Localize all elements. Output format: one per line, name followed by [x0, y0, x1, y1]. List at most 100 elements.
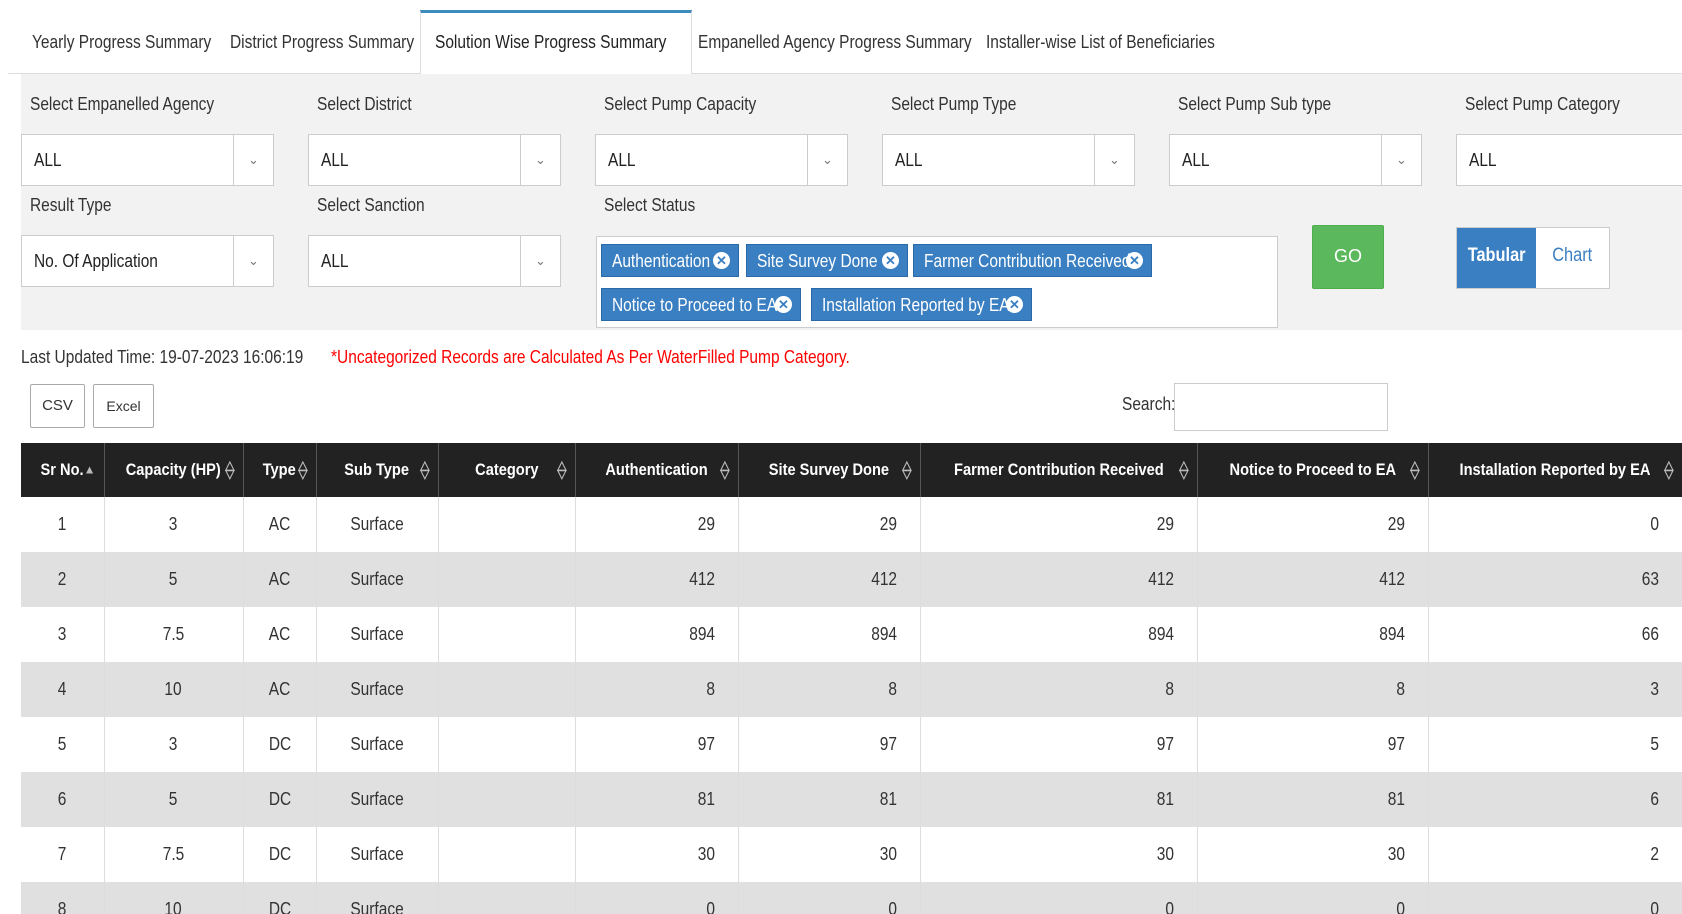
col-header-sub-type[interactable]: Sub Type △ ▽ — [316, 443, 439, 497]
category-cell — [438, 882, 576, 914]
cell-value: 97 — [880, 734, 898, 754]
site-survey-done-cell: 0 — [738, 882, 921, 914]
notice-to-proceed-cell: 97 — [1197, 717, 1429, 772]
cell-value: 412 — [689, 569, 716, 589]
cell-value: AC — [268, 679, 291, 699]
tab-installer-wise-list[interactable]: Installer-wise List of Beneficiaries — [986, 10, 1215, 74]
tab-district-progress-summary[interactable]: District Progress Summary — [230, 10, 414, 74]
tabular-button[interactable]: Tabular — [1457, 228, 1536, 288]
report-tabs: Yearly Progress Summary District Progres… — [8, 10, 1682, 75]
cell-value: 8 — [1396, 679, 1406, 699]
result-type-select[interactable]: No. Of Application ⌄ — [21, 235, 274, 287]
status-multiselect[interactable]: Authentication ✕ Site Survey Done ✕ Farm… — [596, 236, 1278, 328]
sr-no-cell: 2 — [21, 552, 105, 607]
farmer-contribution-cell: 97 — [920, 717, 1198, 772]
search-label: Search: — [1122, 394, 1176, 414]
agency-label: Select Empanelled Agency — [30, 94, 215, 114]
sort-icon: △ ▽ — [902, 458, 912, 481]
notice-to-proceed-cell: 30 — [1197, 827, 1429, 882]
cell-value: DC — [268, 899, 291, 914]
category-select[interactable]: ALL — [1456, 134, 1682, 186]
capacity-select[interactable]: ALL ⌄ — [595, 134, 848, 186]
col-header-capacity[interactable]: Capacity (HP) △ ▽ — [104, 443, 244, 497]
authentication-cell: 412 — [575, 552, 739, 607]
cell-value: 5 — [57, 734, 67, 754]
sort-icon: △ ▽ — [298, 458, 308, 481]
authentication-cell: 29 — [575, 497, 739, 552]
sort-icon: △ ▽ — [420, 458, 430, 481]
farmer-contribution-cell: 894 — [920, 607, 1198, 662]
category-cell — [438, 497, 576, 552]
cell-value: 8 — [888, 679, 898, 699]
table-row: 5 3 DC Surface 97 97 97 97 5 — [21, 717, 1682, 772]
site-survey-done-cell: 8 — [738, 662, 921, 717]
remove-icon[interactable]: ✕ — [882, 252, 899, 269]
header-label: Category — [474, 460, 539, 479]
remove-icon[interactable]: ✕ — [713, 252, 730, 269]
cell-value: 3 — [57, 624, 67, 644]
col-header-notice-to-proceed[interactable]: Notice to Proceed to EA △ ▽ — [1197, 443, 1429, 497]
authentication-cell: 8 — [575, 662, 739, 717]
tab-yearly-progress-summary[interactable]: Yearly Progress Summary — [32, 10, 211, 74]
sanction-select[interactable]: ALL ⌄ — [308, 235, 561, 287]
cell-value: DC — [268, 789, 291, 809]
cell-value: Surface — [350, 899, 404, 914]
table-row: 3 7.5 AC Surface 894 894 894 894 66 — [21, 607, 1682, 662]
status-chip-farmer-contribution-received[interactable]: Farmer Contribution Received ✕ — [913, 244, 1152, 277]
farmer-contribution-cell: 81 — [920, 772, 1198, 827]
sr-no-cell: 7 — [21, 827, 105, 882]
notice-to-proceed-cell: 412 — [1197, 552, 1429, 607]
cell-value: 81 — [1157, 789, 1175, 809]
header-label: Sr No. — [40, 460, 84, 479]
excel-button[interactable]: Excel — [93, 384, 154, 428]
notice-to-proceed-cell: 894 — [1197, 607, 1429, 662]
site-survey-done-cell: 81 — [738, 772, 921, 827]
cell-value: 8 — [57, 899, 67, 914]
agency-select[interactable]: ALL ⌄ — [21, 134, 274, 186]
chevron-down-icon: ⌄ — [233, 236, 273, 286]
col-header-type[interactable]: Type △ ▽ — [243, 443, 317, 497]
chip-label: Site Survey Done — [757, 251, 878, 271]
cell-value: 0 — [706, 899, 716, 914]
remove-icon[interactable]: ✕ — [1126, 252, 1143, 269]
district-select[interactable]: ALL ⌄ — [308, 134, 561, 186]
remove-icon[interactable]: ✕ — [775, 296, 792, 313]
notice-to-proceed-cell: 0 — [1197, 882, 1429, 914]
tab-label: Solution Wise Progress Summary — [435, 32, 667, 52]
remove-icon[interactable]: ✕ — [1006, 296, 1023, 313]
tab-solution-wise-progress-summary[interactable]: Solution Wise Progress Summary — [420, 10, 692, 75]
status-chip-notice-to-proceed[interactable]: Notice to Proceed to EA ✕ — [601, 288, 801, 321]
col-header-authentication[interactable]: Authentication △ ▽ — [575, 443, 739, 497]
col-header-sr-no[interactable]: Sr No. ▲ — [21, 443, 105, 497]
capacity-cell: 3 — [104, 497, 244, 552]
csv-button[interactable]: CSV — [30, 384, 85, 428]
status-chip-installation-reported[interactable]: Installation Reported by EA ✕ — [811, 288, 1032, 321]
chevron-down-icon: ⌄ — [520, 236, 560, 286]
type-select[interactable]: ALL ⌄ — [882, 134, 1135, 186]
tabular-label: Tabular — [1467, 245, 1526, 266]
cell-value: 1 — [57, 514, 67, 534]
col-header-site-survey-done[interactable]: Site Survey Done △ ▽ — [738, 443, 921, 497]
col-header-installation-reported[interactable]: Installation Reported by EA △ ▽ — [1428, 443, 1682, 497]
chip-label: Installation Reported by EA — [822, 295, 1010, 315]
cell-value: 5 — [169, 789, 178, 809]
chart-button[interactable]: Chart — [1536, 228, 1609, 288]
status-chip-site-survey-done[interactable]: Site Survey Done ✕ — [746, 244, 908, 277]
cell-value: Surface — [350, 844, 404, 864]
sub-type-cell: Surface — [316, 607, 439, 662]
cell-value: 8 — [1165, 679, 1175, 699]
sub-type-cell: Surface — [316, 717, 439, 772]
status-chip-authentication[interactable]: Authentication ✕ — [601, 244, 739, 277]
go-button[interactable]: GO — [1312, 225, 1384, 289]
cell-value: Surface — [350, 569, 404, 589]
tab-empanelled-agency-progress-summary[interactable]: Empanelled Agency Progress Summary — [698, 10, 972, 74]
search-input[interactable] — [1174, 383, 1388, 431]
installation-reported-cell: 66 — [1428, 607, 1682, 662]
cell-value: AC — [268, 569, 291, 589]
farmer-contribution-cell: 29 — [920, 497, 1198, 552]
cell-value: 4 — [57, 679, 67, 699]
type-cell: AC — [243, 607, 317, 662]
col-header-farmer-contribution[interactable]: Farmer Contribution Received △ ▽ — [920, 443, 1198, 497]
subtype-select[interactable]: ALL ⌄ — [1169, 134, 1422, 186]
col-header-category[interactable]: Category △ ▽ — [438, 443, 576, 497]
